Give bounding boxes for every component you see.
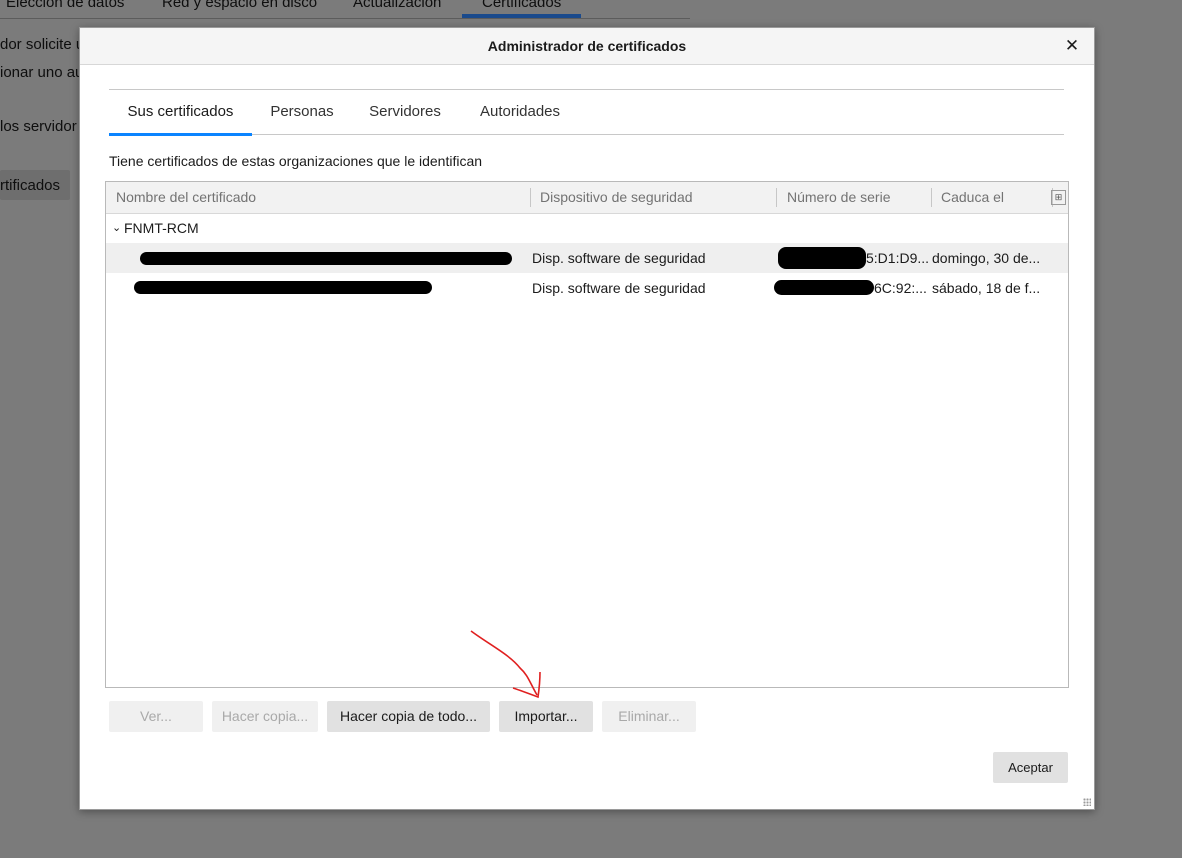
dialog-title: Administrador de certificados <box>487 38 687 54</box>
group-name: FNMT-RCM <box>124 220 199 236</box>
row-device: Disp. software de seguridad <box>532 280 706 296</box>
row-expires: domingo, 30 de... <box>932 250 1041 266</box>
column-header-name[interactable]: Nombre del certificado <box>116 182 256 213</box>
import-button[interactable]: Importar... <box>499 701 593 732</box>
tab-servers[interactable]: Servidores <box>352 90 458 134</box>
column-separator[interactable] <box>931 188 932 207</box>
certificate-tabs: Sus certificados Personas Servidores Aut… <box>109 89 1064 136</box>
background-text-line: los servidor <box>0 118 77 135</box>
info-text: Tiene certificados de estas organizacion… <box>109 153 483 169</box>
accept-button[interactable]: Aceptar <box>993 752 1068 783</box>
table-row[interactable]: Disp. software de seguridad 5:D1:D9... d… <box>106 243 1068 273</box>
column-header-expires[interactable]: Caduca el <box>941 182 1004 213</box>
chevron-down-icon[interactable]: ⌄ <box>112 213 121 243</box>
background-tab-strip: Elección de datos Red y espacio en disco… <box>0 0 690 19</box>
tree-header: Nombre del certificado Dispositivo de se… <box>106 182 1068 214</box>
redacted-certificate-name <box>134 281 432 294</box>
delete-button[interactable]: Eliminar... <box>602 701 696 732</box>
background-view-certificates-button: rtificados <box>0 170 70 200</box>
background-tab-selected-indicator <box>462 14 581 18</box>
backup-all-button[interactable]: Hacer copia de todo... <box>327 701 490 732</box>
redacted-certificate-name <box>140 252 512 265</box>
table-row[interactable]: Disp. software de seguridad 6C:92:... sá… <box>106 273 1068 303</box>
column-separator[interactable] <box>530 188 531 207</box>
backup-button[interactable]: Hacer copia... <box>212 701 318 732</box>
tab-authorities[interactable]: Autoridades <box>458 90 582 134</box>
column-separator[interactable] <box>776 188 777 207</box>
background-tab-certificates: Certificados <box>482 0 562 11</box>
view-button[interactable]: Ver... <box>109 701 203 732</box>
row-expires: sábado, 18 de f... <box>932 280 1041 296</box>
row-serial: 5:D1:D9... <box>866 250 930 266</box>
tree-group-row[interactable]: ⌄ FNMT-RCM <box>106 213 1068 243</box>
certificate-tree[interactable]: Nombre del certificado Dispositivo de se… <box>105 181 1069 688</box>
resize-grip[interactable] <box>1083 798 1091 806</box>
certificate-manager-dialog: Administrador de certificados ✕ Sus cert… <box>79 27 1095 810</box>
background-text-line: dor solicite u <box>0 36 85 53</box>
background-tab-data-choices: Elección de datos <box>6 0 125 11</box>
column-header-serial[interactable]: Número de serie <box>787 182 891 213</box>
background-text-line: ionar uno au <box>0 64 84 81</box>
tab-your-certificates[interactable]: Sus certificados <box>109 90 252 136</box>
background-button-label: rtificados <box>0 177 61 194</box>
dialog-titlebar: Administrador de certificados ✕ <box>80 28 1094 65</box>
background-tab-update: Actualización <box>353 0 442 11</box>
row-serial: 6C:92:... <box>874 280 927 296</box>
tab-people[interactable]: Personas <box>252 90 352 134</box>
background-tab-network: Red y espacio en disco <box>162 0 318 11</box>
redacted-serial <box>778 247 866 269</box>
column-picker-icon[interactable]: ⊞ <box>1051 190 1066 205</box>
row-device: Disp. software de seguridad <box>532 250 706 266</box>
redacted-serial <box>774 280 874 295</box>
close-icon[interactable]: ✕ <box>1060 34 1084 58</box>
column-header-device[interactable]: Dispositivo de seguridad <box>540 182 693 213</box>
